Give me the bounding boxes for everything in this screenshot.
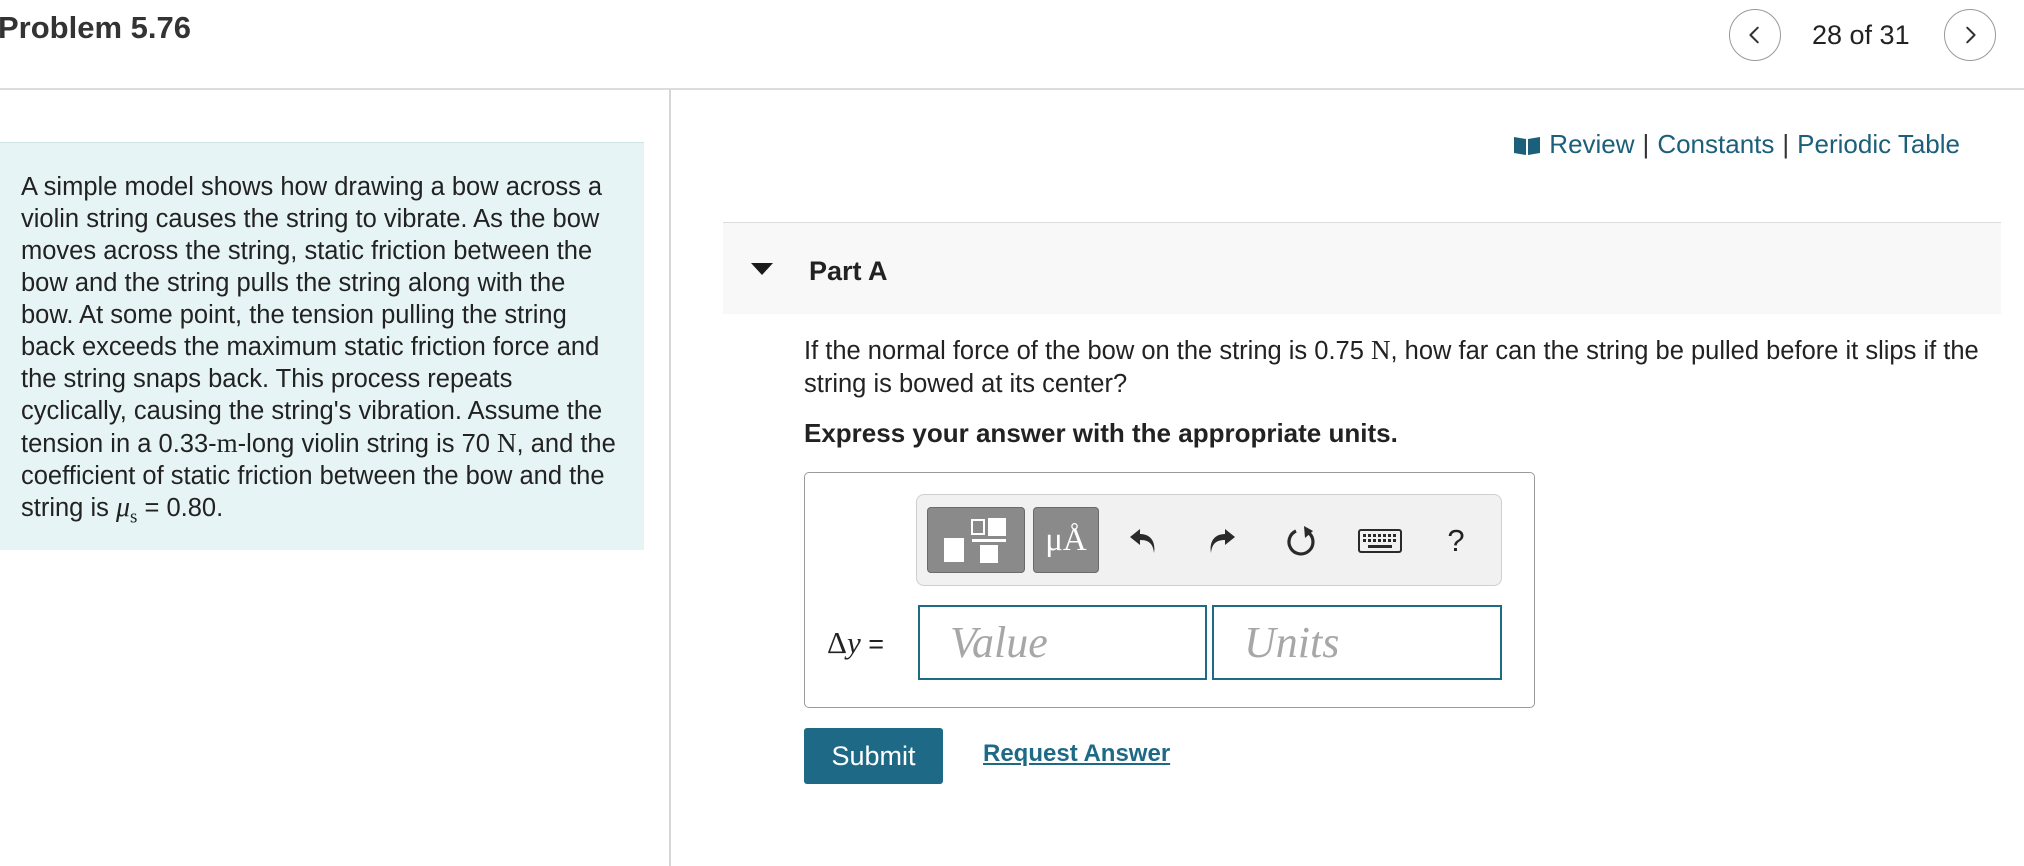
unit-meter: m [216,428,238,458]
link-separator: | [1642,129,1650,159]
page-title: Problem 5.76 [0,10,191,45]
header: Problem 5.76 28 of 31 [0,0,2024,90]
reset-icon [1287,526,1315,556]
keyboard-icon [1358,529,1402,553]
request-answer-link[interactable]: Request Answer [983,740,1170,768]
part-label: Part A [809,256,888,286]
undo-button[interactable] [1124,521,1164,561]
help-button[interactable]: ? [1436,521,1476,561]
link-separator: | [1782,129,1790,159]
templates-button[interactable] [927,507,1025,573]
problem-text-4: = 0.80. [137,494,224,522]
units-input[interactable] [1212,605,1502,680]
problem-statement-panel: A simple model shows how drawing a bow a… [0,142,644,550]
chevron-left-icon [1749,26,1759,44]
delta-y-symbol: Δy [827,625,861,660]
question-text: If the normal force of the bow on the st… [804,334,1984,401]
part-a-header[interactable]: Part A [723,222,2001,314]
resource-links: Review | Constants | Periodic Table [1513,129,1960,160]
book-icon [1513,134,1541,156]
unit-newton: N [497,428,517,458]
next-problem-button[interactable] [1944,9,1996,61]
symbols-button[interactable]: μÅ [1033,507,1099,573]
redo-icon [1210,529,1235,553]
delta-symbol: Δ [827,625,847,660]
chevron-right-icon [1966,26,1976,44]
previous-problem-button[interactable] [1729,9,1781,61]
mu-letter: μ [115,492,131,523]
templates-icon [944,518,1006,563]
caret-down-icon[interactable] [751,263,773,275]
panel-divider [669,89,671,866]
problem-text-2: -long violin string is 70 [237,430,498,458]
value-input[interactable] [918,605,1207,680]
problem-counter: 28 of 31 [1812,20,1910,50]
keyboard-button[interactable] [1355,521,1405,561]
reset-button[interactable] [1282,521,1322,561]
math-toolbar: μÅ ? [916,494,1502,586]
equals-sign: = [860,629,884,659]
answer-box: μÅ ? Δy = [804,472,1535,708]
undo-icon [1130,529,1155,553]
submit-button[interactable]: Submit [804,728,943,784]
constants-link[interactable]: Constants [1657,129,1774,160]
mu-static-symbol: μs [115,492,137,528]
problem-statement: A simple model shows how drawing a bow a… [21,171,624,534]
periodic-table-link[interactable]: Periodic Table [1797,129,1960,160]
review-link[interactable]: Review [1549,129,1634,160]
problem-text-1: A simple model shows how drawing a bow a… [21,173,603,458]
unit-newton: N [1370,335,1391,365]
variable-label: Δy = [827,625,884,661]
redo-button[interactable] [1201,521,1241,561]
question-text-1: If the normal force of the bow on the st… [804,337,1371,365]
answer-instruction: Express your answer with the appropriate… [804,418,1398,448]
variable-y: y [846,625,861,660]
